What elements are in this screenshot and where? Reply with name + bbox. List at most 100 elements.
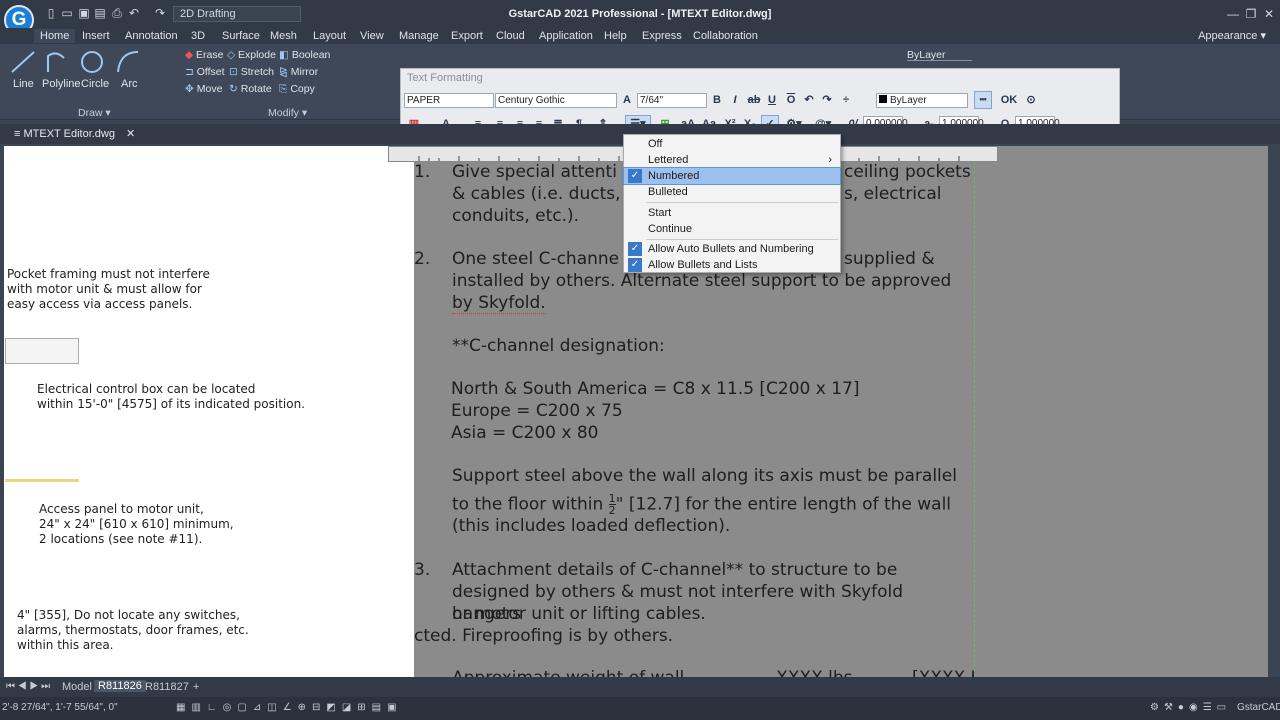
lineweight-select[interactable]: ByLayer [907, 49, 972, 61]
tab-home[interactable]: Home [34, 29, 76, 43]
add-layout-icon[interactable]: + [193, 681, 199, 693]
text-color-select[interactable]: ByLayer [876, 93, 968, 108]
drafting-toggle-icons[interactable]: ▦▥∟◎▢⊿◫∠⊕⊟◩◪⊞▤▣ [176, 702, 403, 713]
stack-icon[interactable]: ÷ [838, 92, 854, 108]
fireproofing-line: cted. Fireproofing is by others. [414, 626, 674, 646]
tab-collaboration[interactable]: Collaboration [693, 29, 758, 43]
region-europe: Europe = C200 x 75 [451, 401, 623, 421]
tab-export[interactable]: Export [451, 29, 483, 43]
item2-line1b: supplied & [844, 249, 935, 269]
pocket-detail-graphic [5, 338, 79, 364]
tab-manage[interactable]: Manage [399, 29, 439, 43]
ruler-toggle-icon[interactable]: ┉ [974, 91, 992, 109]
tab-view[interactable]: View [360, 29, 384, 43]
menu-item-continue[interactable]: Continue [624, 221, 840, 237]
tab-annotation[interactable]: Annotation [125, 29, 178, 43]
region-asia: Asia = C200 x 80 [451, 423, 599, 443]
mirror-icon: ⧎ [279, 66, 288, 78]
boolean-button[interactable]: ◧ Boolean [279, 49, 330, 61]
stretch-button[interactable]: ⊡ Stretch [229, 66, 274, 78]
underline-button[interactable]: U [764, 92, 780, 108]
offset-button[interactable]: ⊐ Offset [185, 66, 225, 78]
erase-button[interactable]: ◆ Erase [185, 49, 223, 61]
fraction: 12 [608, 492, 616, 517]
redo-icon[interactable]: ↷ [819, 92, 835, 108]
font-select[interactable]: Century Gothic [495, 93, 617, 108]
check-icon: ✓ [628, 258, 642, 272]
close-tab-icon[interactable]: ✕ [126, 128, 135, 140]
document-tab[interactable]: ≡ MTEXT Editor.dwg ✕ [14, 127, 135, 140]
text-formatting-title: Text Formatting [407, 72, 483, 84]
tab-3d[interactable]: 3D [191, 29, 205, 43]
modify-panel-label[interactable]: Modify ▾ [268, 107, 307, 119]
access-panel-line [5, 479, 79, 482]
tab-express[interactable]: Express [642, 29, 682, 43]
check-icon: ✓ [628, 242, 642, 256]
move-button[interactable]: ✥ Move [185, 83, 222, 95]
menu-item-allow-auto-bullets[interactable]: ✓ Allow Auto Bullets and Numbering [624, 241, 840, 257]
line-button[interactable]: Line [13, 78, 34, 90]
undo-icon[interactable]: ↶ [801, 92, 817, 108]
explode-icon: ◇ [227, 49, 236, 61]
bold-button[interactable]: B [709, 92, 725, 108]
stretch-icon: ⊡ [229, 66, 238, 78]
support-line2: to the floor within 1 2 " [12.7] for the e… [452, 492, 952, 517]
mtext-boundary [974, 146, 975, 677]
draw-icons [11, 51, 139, 73]
item2-line1a: One steel C-channe [452, 249, 620, 269]
tab-insert[interactable]: Insert [82, 29, 110, 43]
polyline-button[interactable]: Polyline [42, 78, 81, 90]
note-switches: 4" [355], Do not locate any switches, ala… [17, 608, 249, 652]
note-pocket: Pocket framing must not interfere with mo… [7, 267, 210, 311]
tab-mesh[interactable]: Mesh [270, 29, 297, 43]
status-tray-icons[interactable]: ⚙⚒●◉☰▭ [1150, 702, 1231, 713]
italic-button[interactable]: I [727, 92, 743, 108]
menu-item-numbered[interactable]: ✓ Numbered [623, 167, 841, 185]
layout-tabs-bar [0, 677, 1280, 697]
draw-panel-label[interactable]: Draw ▾ [78, 107, 111, 119]
drawing-canvas[interactable]: Pocket framing must not interfere with mo… [4, 146, 414, 677]
item1-line3: conduits, etc.). [452, 206, 580, 226]
menu-separator [646, 202, 838, 203]
text-height-select[interactable]: 7/64" [637, 93, 707, 108]
copy-button[interactable]: ⎘ Copy [279, 83, 315, 96]
appearance-menu[interactable]: Appearance ▾ [1198, 29, 1266, 43]
annotative-icon[interactable]: A [619, 92, 635, 108]
close-icon[interactable]: ✕ [1258, 6, 1280, 22]
menu-item-start[interactable]: Start [624, 205, 840, 221]
color-swatch-icon [879, 95, 887, 103]
layout-nav-icons[interactable]: ⏮ ◀ ▶ ⏭ [6, 681, 50, 692]
item1-number: 1. [414, 162, 431, 182]
ok-button[interactable]: OK [998, 92, 1020, 108]
overline-button[interactable]: O [783, 92, 799, 108]
item1-line1a: Give special attenti [452, 162, 617, 182]
tab-surface[interactable]: Surface [222, 29, 260, 43]
menu-item-allow-bullets-lists[interactable]: ✓ Allow Bullets and Lists [624, 257, 840, 273]
arc-button[interactable]: Arc [121, 78, 138, 90]
layout-tab-r811826[interactable]: R811826 [94, 680, 146, 692]
tab-cloud[interactable]: Cloud [496, 29, 525, 43]
menu-item-bulleted[interactable]: Bulleted [624, 184, 840, 200]
menu-item-lettered[interactable]: Lettered › [624, 152, 840, 168]
rotate-icon: ↻ [229, 83, 238, 95]
tab-application[interactable]: Application [539, 29, 593, 43]
tab-help[interactable]: Help [604, 29, 627, 43]
explode-button[interactable]: ◇ Explode [227, 49, 276, 61]
support-line1: Support steel above the wall along its a… [452, 466, 957, 486]
text-style-select[interactable]: PAPER [404, 93, 494, 108]
rotate-button[interactable]: ↻ Rotate [229, 83, 272, 95]
item4-line: Approximate weight of wall..............… [452, 668, 975, 677]
coordinate-readout: 2'-8 27/64", 1'-7 55/64", 0" [2, 702, 118, 713]
submenu-arrow-icon: › [828, 154, 832, 166]
options-icon[interactable]: ⊙ [1023, 92, 1039, 108]
item2-line2: installed by others. Alternate steel sup… [452, 271, 952, 291]
layout-tab-model[interactable]: Model [62, 681, 92, 693]
tab-layout[interactable]: Layout [313, 29, 346, 43]
menu-item-off[interactable]: Off [624, 136, 840, 152]
item3-line3: or motor unit or lifting cables. [452, 604, 706, 624]
move-icon: ✥ [185, 83, 194, 95]
layout-tab-r811827[interactable]: R811827 [145, 681, 189, 693]
circle-button[interactable]: Circle [81, 78, 109, 90]
strikethrough-button[interactable]: ab [746, 92, 762, 108]
mirror-button[interactable]: ⧎ Mirror [279, 66, 318, 78]
